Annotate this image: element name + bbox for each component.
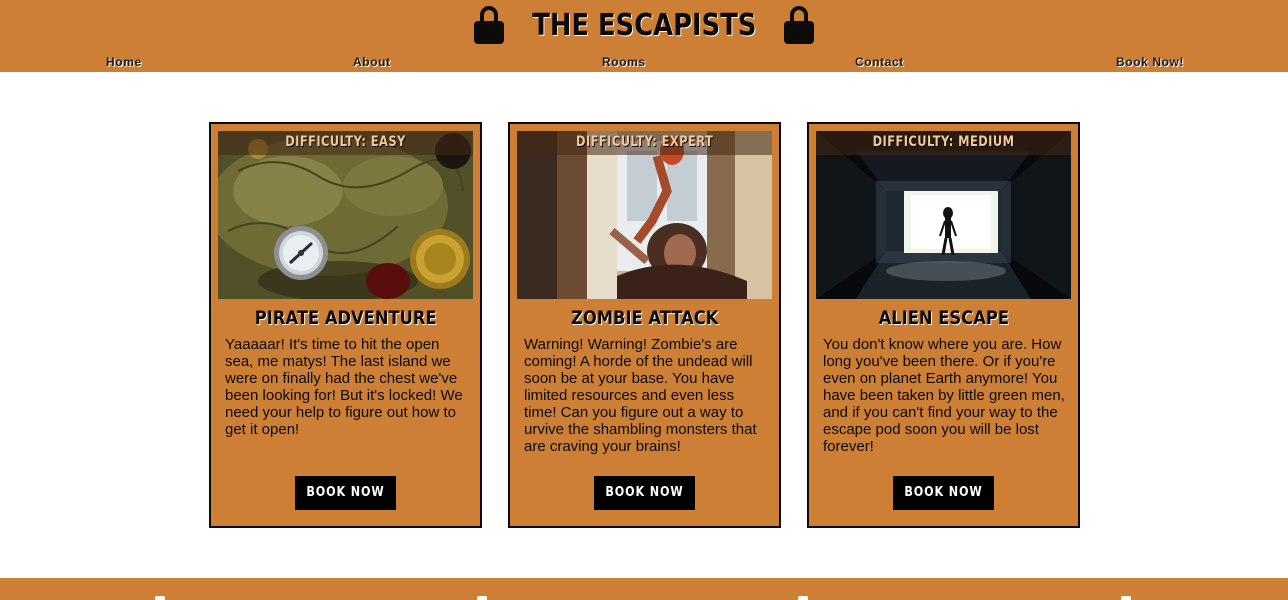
lock-icon [473, 6, 504, 44]
alien-tunnel-image: DIFFICULTY: MEDIUM [816, 131, 1071, 299]
zombie-window-image: DIFFICULTY: EXPERT [517, 131, 772, 299]
room-card-zombie: DIFFICULTY: EXPERT ZOMBIE ATTACK Warning… [508, 122, 781, 528]
main-nav: Home About Rooms Contact Book Now! [0, 55, 1288, 71]
room-title: ALIEN ESCAPE [878, 307, 1009, 329]
site-footer [0, 578, 1288, 600]
book-now-button[interactable]: BOOK NOW [594, 476, 695, 510]
social-icon[interactable] [798, 596, 808, 600]
book-now-button[interactable]: BOOK NOW [295, 476, 396, 510]
social-icon[interactable] [155, 596, 165, 600]
nav-book-now[interactable]: Book Now! [1116, 55, 1184, 69]
room-card-alien: DIFFICULTY: MEDIUM ALIEN ESCAPE You don'… [807, 122, 1080, 528]
room-description: Yaaaaar! It's time to hit the open sea, … [225, 336, 463, 438]
difficulty-badge: DIFFICULTY: MEDIUM [816, 131, 1071, 155]
social-icon[interactable] [477, 596, 487, 600]
lock-icon [784, 6, 815, 44]
pirate-map-compass-image: DIFFICULTY: EASY [218, 131, 473, 299]
room-title: ZOMBIE ATTACK [570, 307, 719, 329]
nav-about[interactable]: About [353, 55, 391, 69]
nav-contact[interactable]: Contact [855, 55, 904, 69]
difficulty-badge: DIFFICULTY: EASY [218, 131, 473, 155]
difficulty-badge: DIFFICULTY: EXPERT [517, 131, 772, 155]
room-card-pirate: DIFFICULTY: EASY PIRATE ADVENTURE Yaaaaa… [209, 122, 482, 528]
nav-rooms[interactable]: Rooms [602, 55, 646, 69]
book-now-button[interactable]: BOOK NOW [893, 476, 994, 510]
room-description: You don't know where you are. How long y… [823, 336, 1065, 455]
room-title: PIRATE ADVENTURE [254, 307, 437, 329]
site-header: THE ESCAPISTS Home About Rooms Contact B… [0, 0, 1288, 72]
site-title[interactable]: THE ESCAPISTS [532, 8, 756, 43]
room-description: Warning! Warning! Zombie's are coming! A… [524, 336, 757, 455]
nav-home[interactable]: Home [106, 55, 142, 69]
brand: THE ESCAPISTS [0, 6, 1288, 44]
social-icon[interactable] [1121, 596, 1131, 600]
